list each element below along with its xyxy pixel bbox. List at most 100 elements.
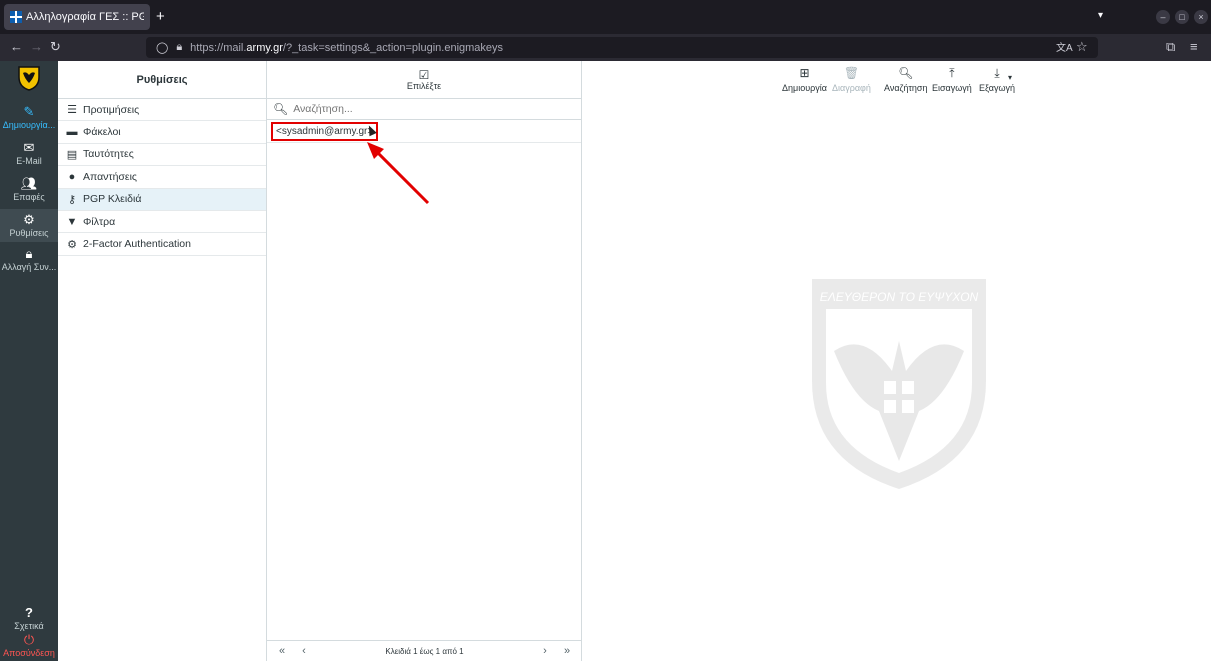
roundcube-app: ✎ Δημιουργία... ✉ E-Mail 👥︎ Επαφές ⚙ Ρυθ… [0, 61, 1211, 661]
pencil-square-icon: ✎ [23, 105, 35, 119]
settings-item-preferences[interactable]: ☰ Προτιμήσεις [58, 99, 266, 122]
translate-icon[interactable]: 文A [1056, 39, 1073, 54]
import-key-button[interactable]: ⤒ Εισαγωγή [932, 66, 972, 93]
settings-header: Ρυθμίσεις [58, 61, 266, 99]
settings-item-filters[interactable]: ▼ Φίλτρα [58, 211, 266, 234]
rail-settings-label: Ρυθμίσεις [9, 228, 49, 238]
question-icon: ? [25, 606, 33, 620]
sliders-icon: ☰ [67, 104, 77, 117]
gear-icon: ⚙ [23, 212, 35, 227]
army-crest-watermark: ΕΛΕΥΘΕΡΟΝ ΤΟ ΕΥΨΥΧΟΝ [812, 279, 986, 489]
browser-tab[interactable]: Αλληλογραφία ΓΕΣ :: PGP × [4, 4, 150, 30]
settings-item-label: Απαντήσεις [83, 170, 137, 183]
key-user-id: <sysadmin@army.gr> [271, 121, 379, 141]
last-page-button[interactable]: » [556, 645, 578, 657]
key-details-pane: ⊞ Δημιουργία 🗑︎ Διαγραφή 🔍︎ Αναζήτηση ⤒ … [582, 61, 1211, 661]
comment-icon: ● [68, 170, 76, 183]
key-search-input[interactable] [293, 103, 554, 115]
shield-icon[interactable]: ◯ [156, 41, 168, 54]
search-icon: 🔍︎ [898, 66, 914, 80]
lock-icon[interactable]: 🔒︎ [176, 41, 182, 54]
id-card-icon: ▤ [66, 148, 78, 161]
keys-toolbar: ⊞ Δημιουργία 🗑︎ Διαγραφή 🔍︎ Αναζήτηση ⤒ … [582, 61, 1211, 99]
url-prefix: https://mail. [190, 41, 247, 54]
export-dropdown-icon[interactable]: ▾ [1008, 73, 1012, 82]
rail-logout-button[interactable]: ⏻ Αποσύνδεση [0, 633, 58, 661]
settings-item-2fa[interactable]: ⚙ 2-Factor Authentication [58, 233, 266, 256]
greek-flag-favicon-icon [10, 11, 22, 23]
key-icon: ⚷ [67, 193, 77, 206]
checkbox-icon: ☑ [418, 67, 430, 82]
create-label: Δημιουργία [782, 83, 827, 93]
rail-change-password-label: Αλλαγή Συν... [1, 262, 57, 272]
delete-key-button[interactable]: 🗑︎ Διαγραφή [832, 66, 871, 93]
folder-icon: ▬ [66, 126, 78, 139]
settings-item-pgp-keys[interactable]: ⚷ PGP Κλειδιά [58, 188, 266, 211]
settings-item-label: Ταυτότητες [83, 148, 134, 161]
next-page-button[interactable]: › [534, 645, 556, 657]
import-label: Εισαγωγή [932, 83, 972, 93]
extensions-icon[interactable]: ⧉ [1166, 39, 1175, 55]
army-logo-icon[interactable] [17, 65, 41, 91]
browser-tab-bar: Αλληλογραφία ΓΕΣ :: PGP × + ▾ – □ × [0, 0, 1211, 34]
upload-icon: ⤒ [949, 66, 955, 80]
users-icon: 👥︎ [20, 177, 38, 191]
rail-email-button[interactable]: ✉ E-Mail [0, 141, 58, 173]
pager-info: Κλειδιά 1 έως 1 από 1 [385, 646, 464, 656]
minimize-icon[interactable]: – [1156, 10, 1170, 24]
rail-about-button[interactable]: ? Σχετικά [0, 606, 58, 636]
first-page-button[interactable]: « [271, 645, 293, 657]
envelope-icon: ✉ [23, 141, 35, 155]
browser-nav-bar: ← → ↻ ◯ 🔒︎ https://mail. army.gr/?_task=s… [0, 34, 1211, 61]
address-bar[interactable]: ◯ 🔒︎ https://mail. army.gr/?_task=setting… [146, 37, 1098, 58]
prev-page-button[interactable]: ‹ [293, 645, 315, 657]
rail-settings-button[interactable]: ⚙ Ρυθμίσεις [0, 209, 58, 242]
select-button[interactable]: ☑ Επιλέξτε [267, 61, 581, 99]
rail-contacts-button[interactable]: 👥︎ Επαφές [0, 177, 58, 209]
select-label: Επιλέξτε [406, 80, 442, 91]
filter-icon: ▼ [66, 215, 78, 228]
rail-change-password-button[interactable]: 🔒︎ Αλλαγή Συν... [0, 247, 58, 279]
close-window-icon[interactable]: × [1194, 10, 1208, 24]
rail-logout-label: Αποσύνδεση [3, 648, 55, 658]
trash-icon: 🗑︎ [843, 66, 860, 80]
settings-item-label: Φίλτρα [83, 215, 116, 228]
forward-icon[interactable]: → [30, 39, 43, 54]
key-search: 🔍︎ [267, 99, 581, 120]
new-tab-button[interactable]: + [156, 8, 165, 25]
rail-compose-label: Δημιουργία... [2, 120, 56, 130]
main-navigation-rail: ✎ Δημιουργία... ✉ E-Mail 👥︎ Επαφές ⚙ Ρυθ… [0, 61, 58, 661]
menu-icon[interactable]: ≡ [1190, 39, 1198, 54]
settings-item-responses[interactable]: ● Απαντήσεις [58, 166, 266, 189]
cog-icon: ⚙ [67, 238, 77, 251]
reload-icon[interactable]: ↻ [50, 39, 61, 55]
url-path: /?_task=settings&_action=plugin.enigmake… [282, 41, 504, 54]
settings-item-label: 2-Factor Authentication [83, 238, 191, 251]
lock-icon: 🔒︎ [25, 247, 33, 261]
url-host: army.gr [246, 41, 283, 54]
settings-item-folders[interactable]: ▬ Φάκελοι [58, 121, 266, 144]
pgp-keys-list: ☑ Επιλέξτε 🔍︎ <sysadmin@army.gr> « ‹ Κλε… [267, 61, 582, 661]
settings-item-label: Φάκελοι [83, 126, 121, 139]
maximize-icon[interactable]: □ [1175, 10, 1189, 24]
watermark-motto: ΕΛΕΥΘΕΡΟΝ ΤΟ ΕΥΨΥΧΟΝ [820, 290, 979, 304]
rail-email-label: E-Mail [16, 156, 42, 166]
bookmark-star-icon[interactable]: ☆ [1076, 39, 1088, 55]
search-label: Αναζήτηση [884, 83, 928, 93]
key-list-pager: « ‹ Κλειδιά 1 έως 1 από 1 › » [267, 640, 582, 661]
back-icon[interactable]: ← [10, 39, 23, 54]
settings-item-label: Προτιμήσεις [83, 103, 140, 116]
list-tabs-icon[interactable]: ▾ [1098, 10, 1103, 21]
search-key-button[interactable]: 🔍︎ Αναζήτηση [884, 66, 927, 93]
rail-about-label: Σχετικά [14, 621, 44, 631]
rail-compose-button[interactable]: ✎ Δημιουργία... [0, 105, 58, 137]
search-icon[interactable]: 🔍︎ [273, 102, 288, 116]
delete-label: Διαγραφή [832, 83, 871, 93]
tab-title: Αλληλογραφία ΓΕΣ :: PGP × [26, 11, 144, 23]
create-key-button[interactable]: ⊞ Δημιουργία [782, 66, 827, 93]
settings-sidebar: Ρυθμίσεις ☰ Προτιμήσεις ▬ Φάκελοι ▤ Ταυτ… [58, 61, 267, 661]
rail-contacts-label: Επαφές [13, 192, 45, 202]
settings-item-label: PGP Κλειδιά [83, 193, 142, 206]
settings-item-identities[interactable]: ▤ Ταυτότητες [58, 144, 266, 167]
export-label: Εξαγωγή [979, 83, 1016, 93]
